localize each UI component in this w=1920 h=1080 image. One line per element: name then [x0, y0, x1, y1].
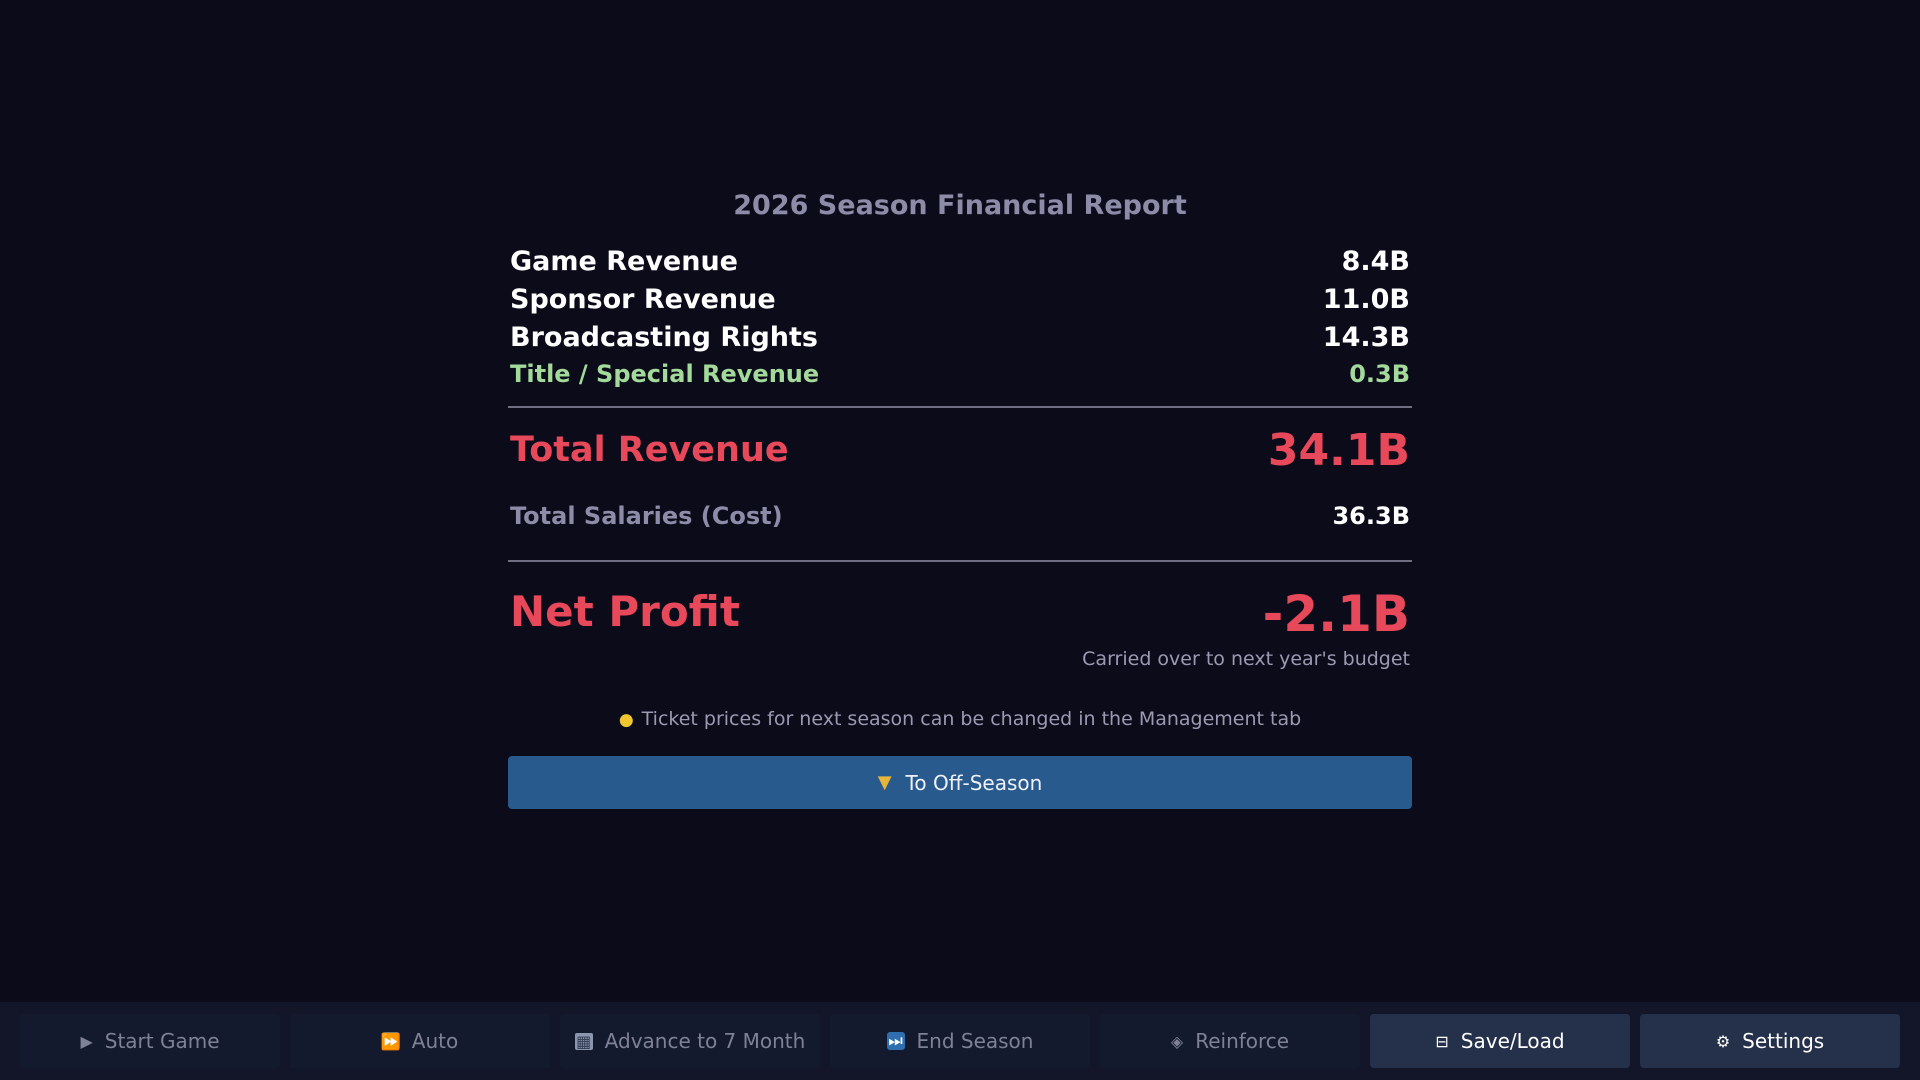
- net-profit-label: Net Profit: [510, 587, 740, 636]
- net-profit-row: Net Profit -2.1B: [508, 584, 1412, 644]
- calendar-icon: ▦: [574, 1031, 593, 1051]
- start-game-label: Start Game: [104, 1029, 220, 1053]
- revenue-row-game: Game Revenue 8.4B: [508, 242, 1412, 280]
- total-revenue-row: Total Revenue 34.1B: [508, 408, 1412, 492]
- save-load-button[interactable]: ⊟ Save/Load: [1370, 1014, 1630, 1068]
- total-revenue-value: 34.1B: [1267, 424, 1410, 476]
- report-title: 2026 Season Financial Report: [733, 190, 1187, 221]
- total-salaries-row: Total Salaries (Cost) 36.3B: [508, 492, 1412, 540]
- total-revenue-label: Total Revenue: [510, 430, 789, 470]
- revenue-row-special: Title / Special Revenue 0.3B: [508, 356, 1412, 392]
- end-season-button[interactable]: ⏭ End Season: [830, 1014, 1090, 1068]
- special-revenue-label: Title / Special Revenue: [510, 360, 820, 388]
- settings-button[interactable]: ⚙ Settings: [1640, 1014, 1900, 1068]
- special-revenue-value: 0.3B: [1349, 360, 1410, 388]
- bottom-action-bar: ▶ Start Game ⏩ Auto ▦ Advance to 7 Month…: [0, 1002, 1920, 1080]
- financial-report-screen: 2026 Season Financial Report Game Revenu…: [0, 0, 1920, 1080]
- revenue-value: 11.0B: [1322, 283, 1410, 315]
- to-off-season-label: To Off-Season: [905, 770, 1043, 795]
- settings-label: Settings: [1742, 1029, 1825, 1053]
- start-game-button[interactable]: ▶ Start Game: [20, 1014, 280, 1068]
- revenue-list: Game Revenue 8.4B Sponsor Revenue 11.0B …: [508, 242, 1412, 392]
- total-salaries-value: 36.3B: [1332, 502, 1410, 530]
- lightbulb-icon: ●: [618, 710, 634, 730]
- reinforce-label: Reinforce: [1195, 1029, 1290, 1053]
- reinforce-button[interactable]: ◈ Reinforce: [1100, 1014, 1360, 1068]
- diamond-icon: ◈: [1170, 1031, 1184, 1051]
- hint-text: Ticket prices for next season can be cha…: [641, 708, 1302, 730]
- end-season-label: End Season: [916, 1029, 1034, 1053]
- revenue-value: 14.3B: [1322, 321, 1410, 353]
- revenue-label: Broadcasting Rights: [510, 321, 818, 353]
- advance-month-label: Advance to 7 Month: [604, 1029, 806, 1053]
- fast-forward-icon: ⏩: [380, 1031, 401, 1051]
- trophy-icon: ▼: [877, 772, 892, 793]
- total-salaries-label: Total Salaries (Cost): [510, 502, 783, 530]
- gear-icon: ⚙: [1715, 1031, 1731, 1051]
- revenue-value: 8.4B: [1341, 245, 1410, 277]
- play-icon: ▶: [80, 1031, 93, 1051]
- net-profit-note: Carried over to next year's budget: [1082, 648, 1410, 670]
- ticket-price-hint: ● Ticket prices for next season can be ch…: [508, 708, 1412, 730]
- auto-label: Auto: [411, 1029, 459, 1053]
- financial-report-panel: 2026 Season Financial Report Game Revenu…: [508, 180, 1412, 809]
- revenue-label: Sponsor Revenue: [510, 283, 776, 315]
- revenue-row-sponsor: Sponsor Revenue 11.0B: [508, 280, 1412, 318]
- advance-month-button[interactable]: ▦ Advance to 7 Month: [560, 1014, 820, 1068]
- revenue-row-broadcasting: Broadcasting Rights 14.3B: [508, 318, 1412, 356]
- skip-forward-icon: ⏭: [886, 1031, 905, 1050]
- save-load-label: Save/Load: [1460, 1029, 1565, 1053]
- divider: [508, 560, 1412, 562]
- save-icon: ⊟: [1435, 1031, 1449, 1051]
- revenue-label: Game Revenue: [510, 245, 738, 277]
- to-off-season-button[interactable]: ▼ To Off-Season: [508, 756, 1412, 809]
- net-profit-value: -2.1B: [1262, 585, 1410, 643]
- auto-button[interactable]: ⏩ Auto: [290, 1014, 550, 1068]
